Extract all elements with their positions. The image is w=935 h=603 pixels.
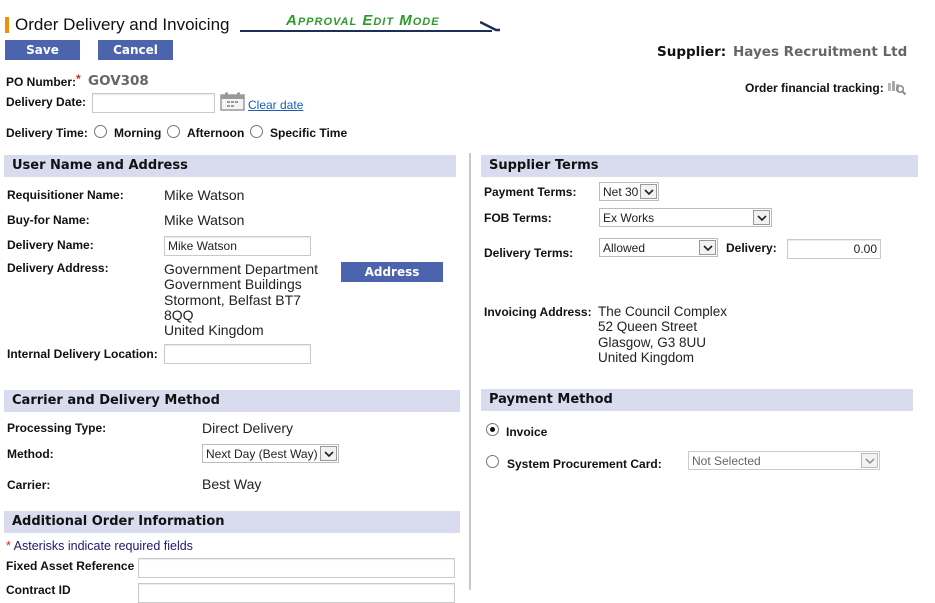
fob-terms-label: FOB Terms: (484, 211, 552, 225)
delivery-cost-input[interactable] (787, 239, 881, 259)
section-header-supplier-terms: Supplier Terms (481, 155, 918, 177)
title-accent-bar (5, 17, 9, 33)
section-header-additional-info: Additional Order Information (4, 511, 460, 533)
payment-invoice-label: Invoice (506, 425, 548, 439)
requisitioner-label: Requisitioner Name: (7, 188, 124, 202)
processing-type-label: Processing Type: (7, 421, 107, 435)
delivery-address-line: Government Department (164, 261, 319, 277)
buyfor-value: Mike Watson (164, 212, 245, 228)
delivery-address-line: Stormont, Belfast BT7 (164, 291, 301, 308)
required-fields-note-text: Asterisks indicate required fields (13, 539, 193, 553)
contract-id-label: Contract ID (6, 583, 71, 597)
carrier-value: Best Way (202, 476, 262, 492)
delivery-name-label: Delivery Name: (7, 238, 94, 252)
delivery-time-afternoon-radio[interactable] (167, 125, 180, 138)
po-number-label: PO Number:* (6, 72, 81, 89)
section-header-carrier: Carrier and Delivery Method (4, 390, 460, 412)
carrier-label: Carrier: (7, 478, 51, 492)
delivery-terms-label: Delivery Terms: (484, 246, 574, 260)
invoicing-address-line: The Council Complex (598, 304, 728, 319)
delivery-name-input[interactable] (164, 236, 311, 256)
delivery-address-line: 8QQ (164, 306, 194, 323)
invoicing-address-line: Glasgow, G3 8UU (598, 334, 707, 350)
delivery-time-morning-label: Morning (114, 126, 162, 140)
delivery-date-label: Delivery Date: (6, 95, 87, 109)
payment-card-label: System Procurement Card: (507, 457, 662, 471)
delivery-cost-label: Delivery: (726, 241, 777, 255)
delivery-time-specific-label: Specific Time (270, 126, 348, 140)
financial-tracking-icon[interactable] (887, 79, 907, 96)
supplier-name: Hayes Recruitment Ltd (733, 44, 908, 60)
column-divider (469, 153, 471, 590)
section-header-user-name-address: User Name and Address (4, 155, 456, 177)
section-header-payment-method: Payment Method (481, 389, 913, 411)
delivery-address-label: Delivery Address: (7, 261, 109, 275)
payment-terms-label: Payment Terms: (484, 185, 577, 199)
mode-label: Approval Edit Mode (286, 12, 440, 29)
delivery-time-specific-radio[interactable] (250, 125, 263, 138)
chevron-down-icon (320, 446, 337, 461)
delivery-address-line: Government Buildings (164, 276, 302, 293)
invoicing-address-line: 52 Queen Street (598, 319, 698, 335)
clear-date-link[interactable]: Clear date (248, 98, 303, 112)
requisitioner-value: Mike Watson (164, 187, 245, 203)
delivery-time-morning-radio[interactable] (94, 125, 107, 138)
delivery-date-input[interactable] (92, 93, 215, 113)
chevron-down-icon (861, 453, 878, 468)
procurement-card-select[interactable]: Not Selected (688, 451, 880, 470)
payment-card-radio[interactable] (486, 455, 499, 468)
fob-terms-select-value: Ex Works (603, 211, 655, 225)
save-button[interactable]: Save (5, 40, 80, 60)
fob-terms-select[interactable]: Ex Works (599, 208, 772, 227)
page-title: Order Delivery and Invoicing (15, 15, 230, 34)
required-fields-note: * Asterisks indicate required fields (6, 539, 193, 553)
mode-arrow-icon (480, 20, 500, 32)
address-lookup-button[interactable]: Address Lookup (341, 262, 443, 299)
delivery-address-line: United Kingdom (164, 322, 264, 339)
payment-terms-select[interactable]: Net 30 (599, 182, 659, 201)
cancel-button[interactable]: Cancel (98, 40, 173, 60)
required-asterisk: * (6, 539, 11, 553)
method-select[interactable]: Next Day (Best Way) (202, 444, 339, 463)
po-number-value: GOV308 (88, 73, 149, 89)
chevron-down-icon (753, 210, 770, 225)
chevron-down-icon (640, 184, 657, 199)
invoicing-address-label: Invoicing Address: (484, 305, 592, 319)
delivery-address-value: Government Department Government Buildin… (164, 261, 319, 339)
procurement-card-select-value: Not Selected (692, 454, 761, 468)
internal-location-label: Internal Delivery Location: (7, 347, 158, 361)
internal-location-input[interactable] (164, 344, 311, 364)
payment-invoice-radio[interactable] (486, 423, 499, 436)
buyfor-label: Buy-for Name: (7, 213, 90, 227)
method-select-value: Next Day (Best Way) (206, 447, 318, 461)
supplier-label: Supplier: (657, 44, 727, 60)
payment-terms-select-value: Net 30 (603, 185, 639, 199)
processing-type-value: Direct Delivery (202, 420, 294, 436)
financial-tracking-label: Order financial tracking: (745, 81, 884, 95)
fixed-asset-label: Fixed Asset Reference (6, 559, 135, 573)
po-number-label-text: PO Number: (6, 75, 77, 89)
fixed-asset-input[interactable] (138, 558, 455, 578)
chevron-down-icon (699, 240, 716, 255)
contract-id-input[interactable] (138, 583, 455, 603)
method-label: Method: (7, 447, 54, 461)
mode-underline (240, 30, 492, 32)
invoicing-address-line: United Kingdom (598, 349, 695, 365)
delivery-time-label: Delivery Time: (6, 126, 88, 140)
required-asterisk: * (76, 72, 81, 86)
invoicing-address-value: The Council Complex 52 Queen Street Glas… (598, 304, 727, 365)
delivery-terms-select-value: Allowed (603, 241, 646, 255)
delivery-time-afternoon-label: Afternoon (187, 126, 245, 140)
calendar-icon[interactable] (220, 92, 245, 111)
delivery-terms-select[interactable]: Allowed (599, 238, 718, 257)
